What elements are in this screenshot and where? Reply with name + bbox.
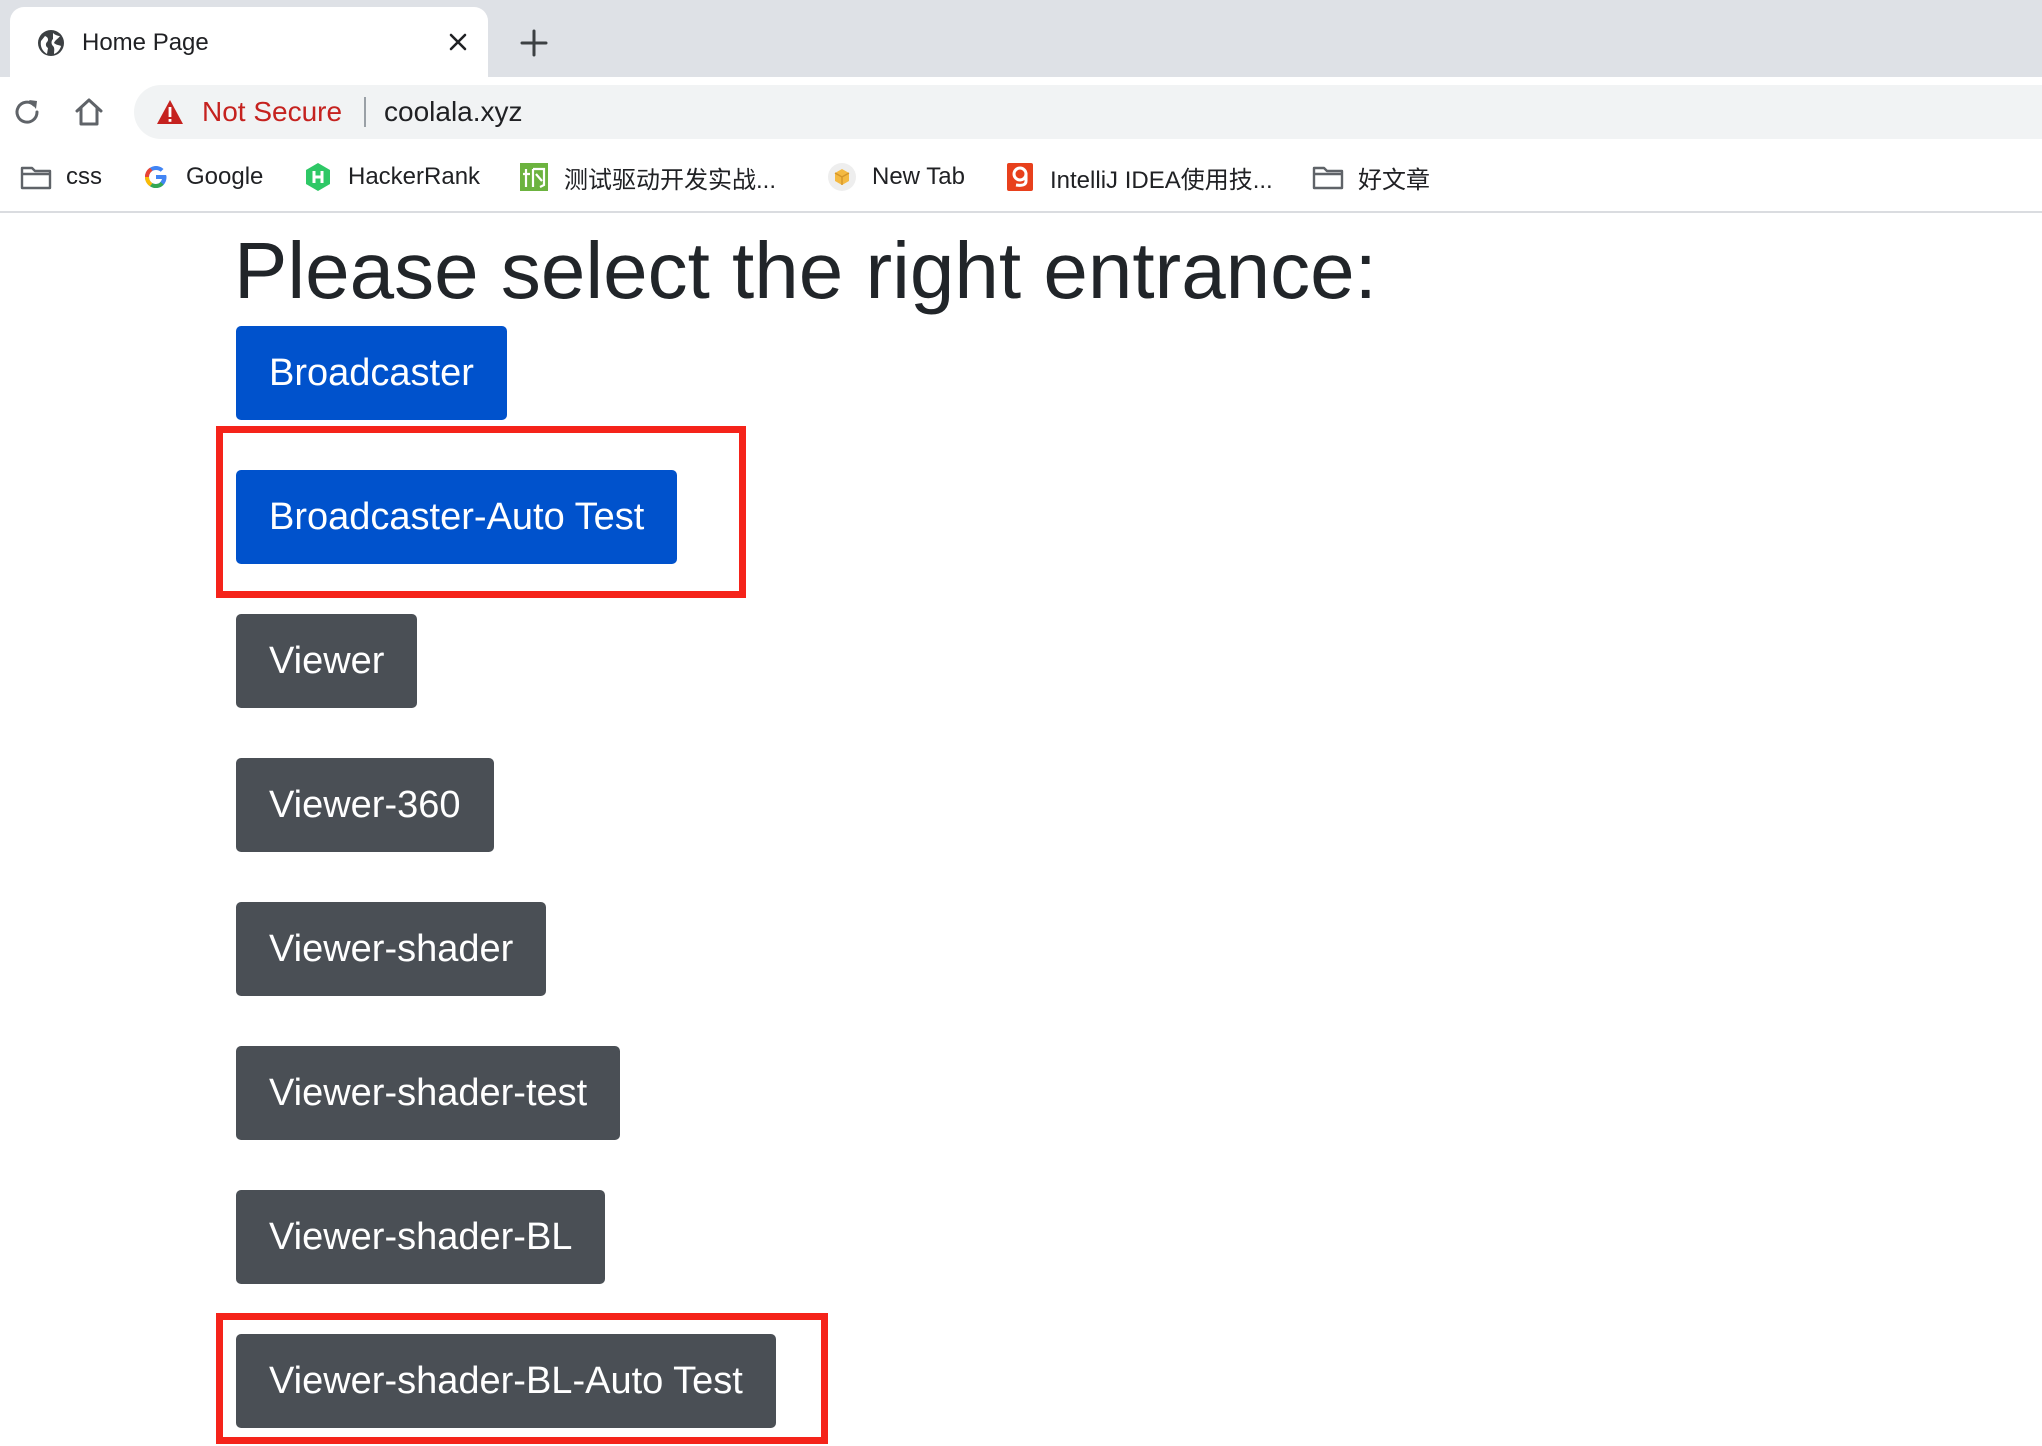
bookmark-label: Google [186,163,264,190]
folder-icon [20,166,52,190]
bookmark-label: HackerRank [348,163,481,190]
tab-home-page[interactable]: Home Page [10,7,488,77]
close-icon[interactable] [443,27,473,57]
broadcaster-auto-test-button[interactable]: Broadcaster-Auto Test [236,470,678,564]
viewer-shader-button[interactable]: Viewer-shader [236,902,547,996]
browser-window: Home Page Not Secure coolala.xyz css Goo… [0,0,2042,1446]
broadcaster-button[interactable]: Broadcaster [236,326,507,420]
folder-icon [1312,166,1344,190]
toolbar: Not Secure coolala.xyz [0,77,2042,147]
new-tab-favicon [828,163,856,191]
security-status[interactable]: Not Secure [202,95,342,129]
bookmark-label: css [66,163,102,190]
hackerrank-icon [306,163,330,191]
bookmark-tdd[interactable]: 测试驱动开发实战... [518,159,776,195]
bookmark-intellij[interactable]: IntelliJ IDEA使用技... [1004,159,1273,195]
bookmark-label: New Tab [872,163,965,190]
plus-icon[interactable] [516,25,552,61]
viewer-shader-bl-auto-test-button[interactable]: Viewer-shader-BL-Auto Test [236,1334,776,1428]
bookmark-css[interactable]: css [20,159,102,195]
bookmark-good-articles[interactable]: 好文章 [1312,159,1430,195]
globe-icon [38,30,64,56]
bookmarks-bar: css Google HackerRank 测试驱动开发实战... New Ta… [0,147,2042,213]
bookmark-hackerrank[interactable]: HackerRank [302,159,480,195]
bookmark-label: 好文章 [1358,166,1430,194]
bookmark-google[interactable]: Google [140,159,263,195]
tab-title: Home Page [82,29,209,56]
bookmark-label: 测试驱动开发实战... [564,166,777,194]
address-separator [364,97,366,127]
bookmark-new-tab[interactable]: New Tab [826,159,965,195]
viewer-shader-bl-button[interactable]: Viewer-shader-BL [236,1190,606,1284]
viewer-360-button[interactable]: Viewer-360 [236,758,494,852]
warning-icon[interactable] [156,99,184,125]
tab-strip: Home Page [0,0,2042,77]
home-icon[interactable] [72,95,106,129]
viewer-shader-test-button[interactable]: Viewer-shader-test [236,1046,621,1140]
viewer-button[interactable]: Viewer [236,614,418,708]
google-icon [145,166,167,188]
address-bar[interactable]: Not Secure coolala.xyz [134,85,2042,139]
bookmark-favicon [520,163,548,191]
page-title: Please select the right entrance: [234,226,1377,315]
bookmark-label: IntelliJ IDEA使用技... [1050,166,1273,194]
intellij-favicon [1007,163,1033,191]
reload-icon[interactable] [10,95,44,129]
url-text[interactable]: coolala.xyz [384,95,523,129]
page-content: Please select the right entrance: Broadc… [0,213,2042,1446]
